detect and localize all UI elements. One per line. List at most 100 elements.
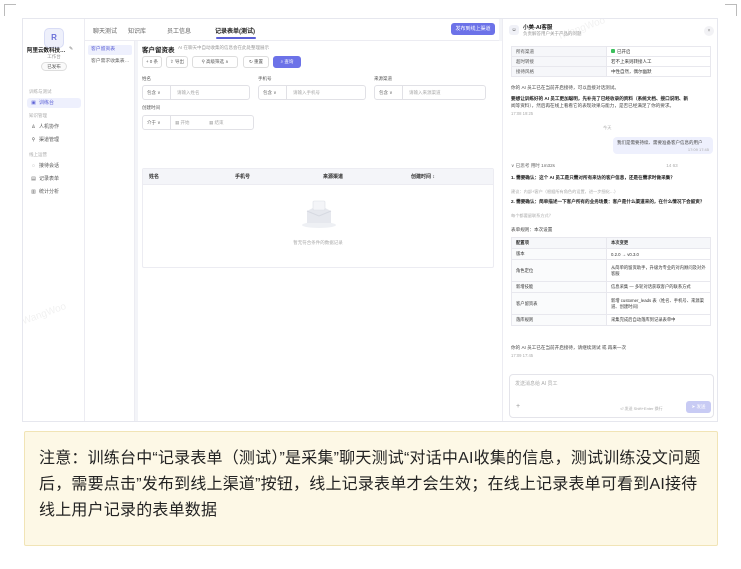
user-message: 我们是需要持续、需要准备客户信息的用户 17:09 17:45 <box>613 137 713 154</box>
people-icon: ♙ <box>31 124 36 130</box>
page-description: AI 在聊天中自动收集的信息会在此处整理展示 <box>178 45 270 50</box>
table-row: 超时转接 若不上来则转接人工 <box>511 56 711 67</box>
publish-status-pill[interactable]: 已发布 <box>41 62 67 71</box>
channel-filter[interactable]: 包含 ∨ 请输入来源渠道 <box>374 85 486 100</box>
column-header: 来源渠道 <box>323 174 344 180</box>
plus-icon[interactable]: + <box>516 403 520 410</box>
system-message: 你的 AI 员工已在当前开启接待，可以直接对话测试。 <box>511 85 619 90</box>
tab-knowledge[interactable]: 知识库 <box>128 26 146 35</box>
time-end-input[interactable]: ▦ 结束 <box>209 116 224 129</box>
empty-state-text: 暂无符合条件的数据记录 <box>293 240 343 245</box>
table-row: 落库规则 采集完成后自动落库到记录表单中 <box>511 314 711 326</box>
record-count-button[interactable]: + 0 条 <box>142 56 162 68</box>
link-icon: ⚲ <box>31 137 36 143</box>
channel-match-select[interactable]: 包含 ∨ <box>375 86 403 99</box>
check-icon <box>611 49 615 54</box>
publish-to-online-button[interactable]: 发布到线上渠道 <box>451 23 495 35</box>
sidebar-item-forms[interactable]: ▤ 记录表单 <box>27 174 81 184</box>
update-title: 表单规则：本次设置 <box>511 227 553 232</box>
phone-match-select[interactable]: 包含 ∨ <box>259 86 287 99</box>
channel-input[interactable]: 请输入来源渠道 <box>409 86 441 99</box>
chart-icon: ▥ <box>31 189 36 195</box>
column-header: 手机号 <box>235 174 251 180</box>
page-title: 客户留资表 <box>142 47 175 54</box>
field-label-time: 创建时间 <box>142 105 160 110</box>
sidebar: R 阿里云数科技… ✎ 工作台 已发布 训练与测试 ▣ 训练台 知识管理 ♙ 人机协… <box>23 19 85 421</box>
sidebar-item-train[interactable]: ▣ 训练台 <box>27 98 81 108</box>
chevron-up-icon: ∧ <box>224 59 229 64</box>
time-match-select[interactable]: 介于 ∨ <box>143 116 171 129</box>
form-icon: ▤ <box>31 176 36 182</box>
chat-input-box[interactable]: 发送消息给 AI 员工 + ⏎ 发送 Shift+Enter 换行 ➤ 发送 <box>509 374 714 418</box>
bot-question: 1. 需要确认：这个 AI 员工是只需对所有来访的客户信息，还是在需求时做采集？ <box>511 175 675 180</box>
field-label-channel: 来源渠道 <box>374 76 392 81</box>
time-start-input[interactable]: ▦ 开始 <box>175 116 190 129</box>
tab-staff-info[interactable]: 员工信息 <box>167 26 191 35</box>
reset-button[interactable]: ↻ 重置 <box>243 56 269 68</box>
sidebar-item-collab[interactable]: ♙ 人机协作 <box>27 122 81 132</box>
field-label-phone: 手机号 <box>258 76 272 81</box>
sidebar-item-label: 统计分析 <box>39 189 60 195</box>
name-match-select[interactable]: 包含 ∨ <box>143 86 171 99</box>
form-main-panel: 客户留资表 AI 在聊天中自动收集的信息会在此处整理展示 + 0 条 ⇪ 导出 … <box>138 41 502 421</box>
name-input[interactable]: 请输入姓名 <box>177 86 200 99</box>
tab-chat-test[interactable]: 聊天测试 <box>93 26 117 35</box>
time-filter[interactable]: 介于 ∨ ▦ 开始 ▦ 结束 <box>142 115 254 130</box>
chat-input[interactable]: 发送消息给 AI 员工 <box>515 380 558 387</box>
table-row: 接待风格 中性自然，偶尔幽默 <box>511 66 711 77</box>
update-table: 配置项 本次变更 版本 0.2.0 → v0.3.0 角色定位 从简单的留资助手，升级… <box>511 237 711 326</box>
note-box: 注意：训练台中“记录表单（测试）”是采集”聊天测试“对话中AI收集的信息，测试训… <box>24 431 718 546</box>
table-row: 客户留资表 新增 customer_leads 表（姓名、手机号、来源渠道、创建时… <box>511 292 711 315</box>
message-time: 17:09 17:45 <box>511 353 534 358</box>
field-label-name: 姓名 <box>142 76 151 81</box>
thinking-toggle[interactable]: ∨ 已思考 用时 1m32s 14 63 <box>511 163 678 169</box>
corner-mark <box>4 4 16 16</box>
bot-message: 你的 AI 员工已在当前开启接待，请继续测试 或 再来一次 <box>511 345 627 350</box>
section-train: 训练与测试 <box>29 89 52 94</box>
column-header-sortable[interactable]: 创建时间 ↕ <box>411 169 435 185</box>
input-hint: ⏎ 发送 Shift+Enter 换行 <box>620 406 663 411</box>
bot-question-option: 建议：内部+客户（根据所有角色的设置，进一步细化…） <box>511 189 619 194</box>
sidebar-item-stats[interactable]: ▥ 统计分析 <box>27 187 81 197</box>
sidebar-item-label: 训练台 <box>39 100 55 106</box>
name-filter[interactable]: 包含 ∨ 请输入姓名 <box>142 85 250 100</box>
sidebar-item-sessions[interactable]: ◌ 接待会话 <box>27 161 81 171</box>
system-message: 要想让训练好的 AI 员工更加聪明，先补充了已经收录的资料（系统文档、接口说明、… <box>511 96 689 101</box>
advanced-filter-button[interactable]: ⚲ 高级筛选 ∧ <box>192 56 238 68</box>
section-online: 线上运营 <box>29 152 47 157</box>
form-list-item[interactable]: 客户需求收集表… <box>88 57 132 67</box>
close-icon[interactable]: × <box>704 26 714 36</box>
phone-filter[interactable]: 包含 ∨ 请输入手机号 <box>258 85 366 100</box>
sidebar-item-label: 记录表单 <box>39 176 60 182</box>
bot-question: 2. 需要确认：简单描述一下客户所有的业务场景：客户是什么渠道来的，在什么情况下… <box>511 199 705 204</box>
table-row: 角色定位 从简单的留资助手，升级为专业的对内顾问及对外客服 <box>511 259 711 282</box>
message-time: 17:08 19:25 <box>511 111 534 116</box>
edit-icon[interactable]: ✎ <box>69 46 73 52</box>
table-row: 所有渠道 已开启 <box>511 46 711 57</box>
chevron-down-icon: ∨ <box>388 90 393 95</box>
chevron-down-icon: ∨ <box>156 120 161 125</box>
send-button[interactable]: ➤ 发送 <box>686 401 711 413</box>
bot-avatar-icon: ☺ <box>509 25 519 35</box>
agent-logo: R <box>44 28 64 48</box>
chat-subtitle: 负责解答用户关于产品的问题 <box>523 31 582 36</box>
chat-title: 小美-AI客服 <box>523 25 553 31</box>
system-message: 闻等资料），然后再在线上看看它的表现效果与能力，是否已经满足了你的要求。 <box>511 103 675 108</box>
table-header: 姓名 手机号 来源渠道 创建时间 ↕ <box>143 169 493 185</box>
export-button[interactable]: ⇪ 导出 <box>166 56 188 68</box>
note-text: 注意：训练台中“记录表单（测试）”是采集”聊天测试“对话中AI收集的信息，测试训… <box>39 450 701 519</box>
sidebar-item-label: 渠道管理 <box>39 137 60 143</box>
phone-input[interactable]: 请输入手机号 <box>293 86 320 99</box>
date-divider: 今天 <box>603 125 612 130</box>
form-list-item[interactable]: 客户留资表 <box>88 45 132 55</box>
table-row: 新增技能 信息采集 — 多轮对话获取客户的联系方式 <box>511 281 711 293</box>
tab-record-form-test[interactable]: 记录表单(测试) <box>215 26 255 35</box>
sidebar-item-label: 接待会话 <box>39 163 60 169</box>
active-tab-indicator <box>216 37 256 39</box>
sidebar-item-channels[interactable]: ⚲ 渠道管理 <box>27 135 81 145</box>
agent-name[interactable]: 阿里云数科技… <box>27 46 66 54</box>
corner-mark <box>725 4 737 16</box>
empty-box-icon <box>302 200 336 228</box>
search-button[interactable]: ⌕ 查询 <box>273 56 301 68</box>
page: R 阿里云数科技… ✎ 工作台 已发布 训练与测试 ▣ 训练台 知识管理 ♙ 人机协… <box>0 0 741 569</box>
